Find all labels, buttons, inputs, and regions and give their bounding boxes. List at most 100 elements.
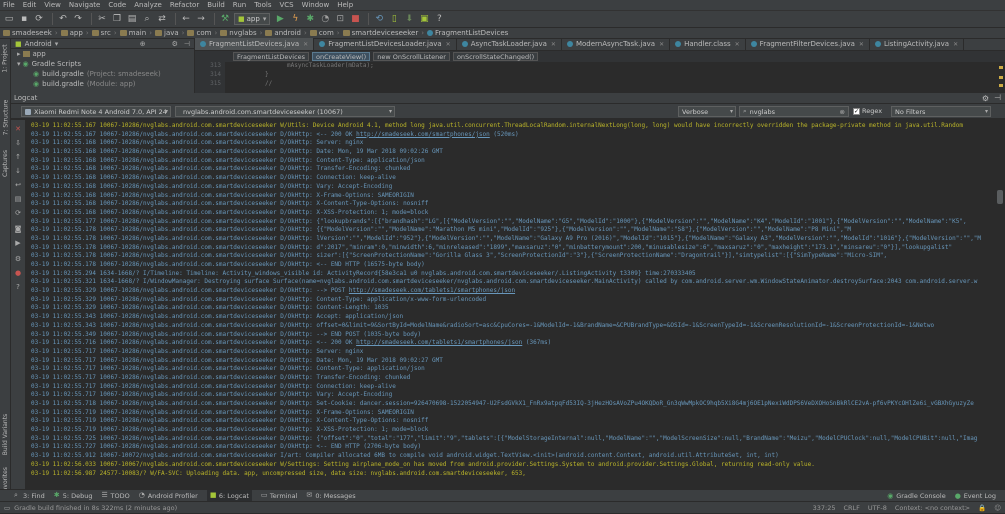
tab-find[interactable]: ⌕ 3: Find [14, 492, 45, 500]
tab-debug[interactable]: ✱ 5: Debug [54, 492, 93, 500]
menu-item-file[interactable]: File [3, 1, 15, 9]
editor-tab[interactable]: ListingActivity.java ✕ [870, 38, 965, 50]
breadcrumb-item[interactable]: java [155, 29, 179, 37]
tab-terminal[interactable]: ▭ Terminal [261, 492, 297, 500]
paste-icon[interactable]: ▤ [126, 13, 138, 25]
screen-record-icon[interactable]: ▶ [13, 238, 23, 248]
run-icon[interactable]: ▶ [274, 13, 286, 25]
breadcrumb-item[interactable]: src [91, 29, 111, 37]
breadcrumb-item[interactable]: main [119, 29, 146, 37]
menu-item-refactor[interactable]: Refactor [170, 1, 199, 9]
avd-manager-icon[interactable]: ▯ [388, 13, 400, 25]
soft-wrap-icon[interactable]: ↩ [13, 180, 23, 190]
log-output[interactable]: 03-19 11:02:55.167 10067-10286/nvglabs.a… [31, 122, 994, 488]
log-scrollbar[interactable] [997, 190, 1003, 204]
tab-android-profiler[interactable]: ◔ Android Profiler [139, 492, 198, 500]
help-icon[interactable]: ? [433, 13, 445, 25]
restart-icon[interactable]: ⟳ [13, 208, 23, 218]
back-icon[interactable]: ← [180, 13, 192, 25]
profile-icon[interactable]: ◔ [319, 13, 331, 25]
menu-item-code[interactable]: Code [108, 1, 126, 9]
breadcrumb-item[interactable]: com [309, 29, 334, 37]
settings-icon[interactable]: ⚙ [13, 254, 23, 264]
code-editor[interactable]: 313 314 315 mAsyncTaskLoader(mData); } /… [195, 62, 1005, 93]
forward-icon[interactable]: → [195, 13, 207, 25]
run-config-select[interactable]: ■ app ▾ [234, 13, 271, 25]
editor-breadcrumb[interactable]: FragmentListDevices [233, 52, 310, 61]
debug-icon[interactable]: ✱ [304, 13, 316, 25]
menu-item-vcs[interactable]: VCS [279, 1, 293, 9]
breadcrumb-item[interactable]: nvglabs [220, 29, 257, 37]
tab-gradle-console[interactable]: ◉ Gradle Console [887, 492, 946, 500]
up-stacktrace-icon[interactable]: ↑ [13, 152, 23, 162]
tab-todo[interactable]: ☰ TODO [102, 492, 130, 500]
editor-tab[interactable]: ModernAsyncTask.java ✕ [562, 38, 671, 50]
editor-tab[interactable]: AsyncTaskLoader.java ✕ [457, 38, 562, 50]
editor-tab[interactable]: FragmentListDevicesLoader.java ✕ [314, 38, 457, 50]
help-icon[interactable]: ? [13, 282, 23, 292]
log-link[interactable]: http://smadeseek.com/smartphones/json [356, 131, 490, 138]
device-select[interactable]: Xiaomi Redmi Note 4 Android 7.0, API 24 … [21, 106, 171, 117]
menu-item-navigate[interactable]: Navigate [69, 1, 100, 9]
editor-tab[interactable]: FragmentListDevices.java ✕ [195, 38, 315, 50]
menu-item-analyze[interactable]: Analyze [134, 1, 162, 9]
clear-search-icon[interactable]: ⊗ [840, 108, 845, 116]
find-icon[interactable]: ⌕ [141, 13, 153, 25]
editor-breadcrumb[interactable]: new OnScrollListener [373, 52, 450, 61]
log-link[interactable]: http://smadeseek.com/tablets1/smartphone… [356, 339, 522, 346]
cut-icon[interactable]: ✂ [96, 13, 108, 25]
close-icon[interactable]: ✕ [859, 41, 864, 48]
open-folder-icon[interactable]: ▭ [3, 13, 15, 25]
close-icon[interactable]: ✕ [446, 41, 451, 48]
project-view-selector[interactable]: ■ Android ▾ ⊕ ⚙ ⊣ [11, 39, 194, 49]
menu-item-run[interactable]: Run [233, 1, 246, 9]
log-level-select[interactable]: Verbose ▾ [678, 106, 736, 117]
process-select[interactable]: nvglabs.android.com.smartdeviceseeker (1… [175, 106, 395, 117]
settings-icon[interactable]: ⚙ [982, 94, 989, 103]
error-stripe-mark[interactable] [999, 84, 1003, 87]
close-icon[interactable]: ✕ [303, 41, 308, 48]
undo-icon[interactable]: ↶ [57, 13, 69, 25]
breadcrumb-item[interactable]: com [187, 29, 211, 37]
make-project-icon[interactable]: ⚒ [219, 13, 231, 25]
tree-item-build-gradle-project[interactable]: ◉ build.gradle (Project: smadeseek) [11, 69, 194, 79]
error-stripe-mark[interactable] [999, 66, 1003, 69]
menu-item-tools[interactable]: Tools [254, 1, 271, 9]
editor-breadcrumb[interactable]: onScrollStateChanged() [452, 52, 539, 61]
line-separator[interactable]: CRLF [843, 504, 859, 512]
stop-icon[interactable]: ■ [349, 13, 361, 25]
tab-event-log[interactable]: ● Event Log [955, 492, 996, 500]
close-icon[interactable]: ✕ [659, 41, 664, 48]
menu-item-edit[interactable]: Edit [23, 1, 37, 9]
tab-build-variants[interactable]: Build Variants [0, 409, 11, 459]
menu-item-build[interactable]: Build [207, 1, 225, 9]
editor-breadcrumb[interactable]: onCreateView() [312, 52, 371, 61]
file-encoding[interactable]: UTF-8 [868, 504, 887, 512]
editor-tab[interactable]: Handler.class ✕ [670, 38, 746, 50]
log-link[interactable]: http://smadeseek.com/tablets1/smartphone… [349, 287, 515, 294]
replace-icon[interactable]: ⇄ [156, 13, 168, 25]
status-indicator-icon[interactable]: ▭ [4, 504, 10, 512]
sdk-manager-icon[interactable]: ⬇ [403, 13, 415, 25]
breadcrumb-item[interactable]: app [60, 29, 83, 37]
lock-icon[interactable]: 🔒 [978, 504, 986, 512]
filter-config-select[interactable]: No Filters ▾ [891, 106, 991, 117]
menu-item-view[interactable]: View [44, 1, 61, 9]
tab-project[interactable]: 1: Project [0, 41, 11, 75]
tab-structure[interactable]: 7: Structure [0, 95, 11, 139]
tab-captures[interactable]: Captures [0, 143, 11, 183]
print-icon[interactable]: ▤ [13, 194, 23, 204]
breadcrumb-item[interactable]: smartdeviceseeker [342, 29, 418, 37]
close-icon[interactable]: ✕ [735, 41, 740, 48]
apply-changes-icon[interactable]: ϟ [289, 13, 301, 25]
tree-item-app[interactable]: ▸ app [11, 49, 194, 59]
settings-icon[interactable]: ⚙ [172, 40, 178, 48]
minimize-icon[interactable]: ⊣ [994, 93, 1001, 102]
logcat-search-input[interactable]: ⌕ nvglabs ⊗ [739, 106, 849, 117]
regex-checkbox[interactable]: ✓ Regex [853, 107, 882, 115]
device-monitor-icon[interactable]: ▣ [418, 13, 430, 25]
error-stripe-mark[interactable] [999, 76, 1003, 79]
close-icon[interactable]: ✕ [551, 41, 556, 48]
collapse-all-icon[interactable]: ⊕ [140, 40, 146, 48]
copy-icon[interactable]: ❐ [111, 13, 123, 25]
